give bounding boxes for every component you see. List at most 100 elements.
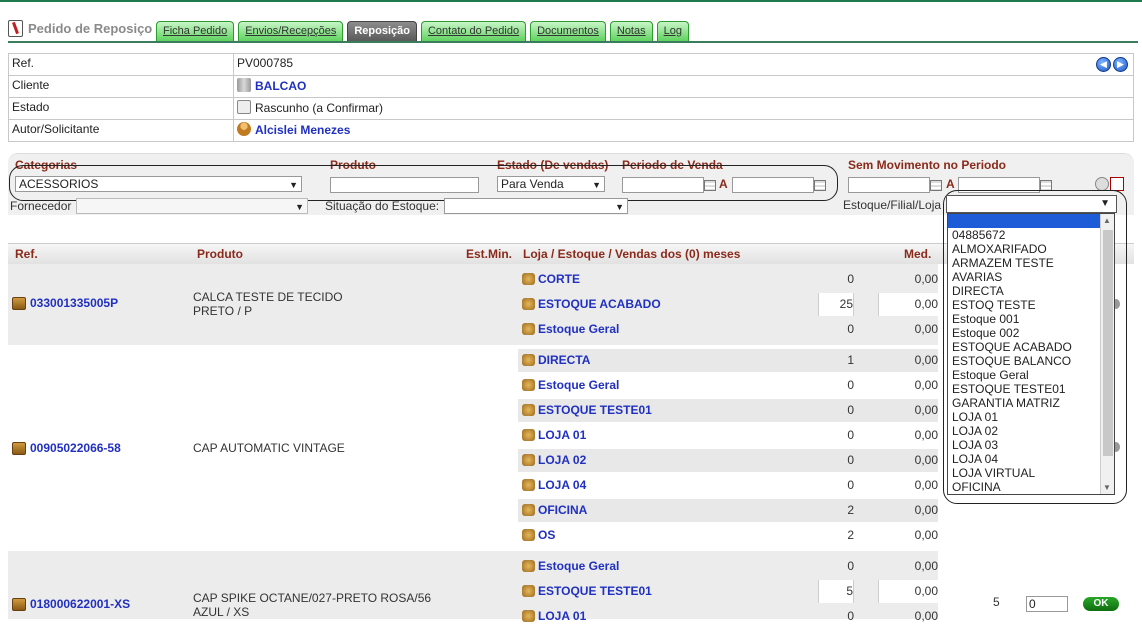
- product-ref-link[interactable]: 033001335005P: [30, 296, 118, 310]
- tab-contato-pedido[interactable]: Contato do Pedido: [420, 21, 527, 41]
- store-link[interactable]: LOJA 01: [522, 609, 586, 623]
- tab-ficha-pedido[interactable]: Ficha Pedido: [156, 21, 235, 41]
- fornecedor-select[interactable]: [76, 198, 308, 214]
- tab-documentos[interactable]: Documentos: [530, 21, 606, 41]
- dropdown-option[interactable]: LOJA 04: [948, 452, 1114, 466]
- store-name[interactable]: ESTOQUE ACABADO: [538, 297, 661, 311]
- dropdown-option[interactable]: ESTOQUE ACABADO: [948, 340, 1114, 354]
- scroll-up-icon[interactable]: ▲: [1103, 216, 1111, 225]
- store-link[interactable]: LOJA 04: [522, 478, 586, 492]
- scroll-down-icon[interactable]: ▼: [1103, 483, 1111, 492]
- product-ref[interactable]: 018000622001-XS: [12, 597, 130, 611]
- store-name[interactable]: LOJA 01: [538, 609, 586, 623]
- tab-envios-recepcoes[interactable]: Envios/Recepções: [238, 21, 344, 41]
- store-link[interactable]: Estoque Geral: [522, 378, 619, 392]
- dropdown-option[interactable]: LOJA 02: [948, 424, 1114, 438]
- store-name[interactable]: Estoque Geral: [538, 378, 619, 392]
- store-link[interactable]: LOJA 02: [522, 453, 586, 467]
- dropdown-option[interactable]: ESTOQUE BALANCO: [948, 354, 1114, 368]
- store-link[interactable]: OFICINA: [522, 503, 587, 517]
- store-name[interactable]: Estoque Geral: [538, 559, 619, 573]
- clear-icon[interactable]: [1110, 177, 1124, 191]
- dropdown-option[interactable]: OFICINA: [948, 480, 1114, 494]
- product-group: 033001335005P CALCA TESTE DE TECIDO PRETO…: [8, 264, 938, 345]
- dropdown-option[interactable]: DIRECTA: [948, 284, 1114, 298]
- store-name[interactable]: OFICINA: [538, 503, 587, 517]
- store-link[interactable]: Estoque Geral: [522, 322, 619, 336]
- store-name[interactable]: DIRECTA: [538, 353, 590, 367]
- store-icon: [522, 273, 535, 285]
- store-name[interactable]: LOJA 02: [538, 453, 586, 467]
- store-icon: [522, 454, 535, 466]
- store-row: CORTE 0 0,00: [518, 268, 938, 291]
- scrollbar-thumb[interactable]: [1103, 230, 1113, 456]
- product-ref[interactable]: 033001335005P: [12, 296, 118, 310]
- dropdown-option[interactable]: LOJA 01: [948, 410, 1114, 424]
- box-icon: [12, 296, 26, 310]
- dropdown-option[interactable]: GARANTIA MATRIZ: [948, 396, 1114, 410]
- store-icon: [522, 610, 535, 622]
- dropdown-option[interactable]: Estoque 002: [948, 326, 1114, 340]
- tab-reposicao[interactable]: Reposição: [347, 21, 417, 41]
- dropdown-option[interactable]: Estoque 001: [948, 312, 1114, 326]
- store-link[interactable]: OS: [522, 528, 555, 542]
- search-icon[interactable]: [1095, 177, 1109, 191]
- store-qty: 0: [847, 478, 854, 492]
- store-link[interactable]: LOJA 01: [522, 428, 586, 442]
- situacao-select[interactable]: [444, 198, 628, 214]
- tab-notas[interactable]: Notas: [609, 21, 653, 41]
- store-icon: [522, 585, 535, 597]
- product-name-line: CALCA TESTE DE TECIDO: [193, 290, 343, 304]
- store-link[interactable]: DIRECTA: [522, 353, 590, 367]
- ok-button[interactable]: OK: [1083, 597, 1119, 611]
- store-link[interactable]: ESTOQUE TESTE01: [522, 584, 652, 598]
- dropdown-option[interactable]: ALMOXARIFADO: [948, 242, 1114, 256]
- store-link[interactable]: Estoque Geral: [522, 559, 619, 573]
- estoque-dropdown-list[interactable]: 04885672 ALMOXARIFADO ARMAZEM TESTE AVAR…: [947, 213, 1115, 495]
- tab-log[interactable]: Log: [656, 21, 689, 41]
- dropdown-option[interactable]: LOJA VIRTUAL: [948, 466, 1114, 480]
- calendar-icon[interactable]: [930, 180, 942, 191]
- store-link[interactable]: ESTOQUE ACABADO: [522, 297, 661, 311]
- store-value: 0,00: [878, 580, 938, 603]
- store-name[interactable]: CORTE: [538, 272, 580, 286]
- estoque-filial-select[interactable]: [946, 195, 1117, 213]
- previous-icon[interactable]: ◀: [1096, 57, 1111, 72]
- autor-link[interactable]: Alcislei Menezes: [255, 123, 350, 137]
- dropdown-option[interactable]: AVARIAS: [948, 270, 1114, 284]
- store-name[interactable]: ESTOQUE TESTE01: [538, 584, 652, 598]
- dropdown-option[interactable]: LOJA 03: [948, 438, 1114, 452]
- store-name[interactable]: OS: [538, 528, 555, 542]
- dropdown-option[interactable]: ESTOQ TESTE: [948, 298, 1114, 312]
- store-qty: 5: [818, 580, 854, 603]
- sem-mov-inicio-input[interactable]: [848, 177, 930, 193]
- store-icon: [522, 479, 535, 491]
- store-row: DIRECTA 1 0,00: [518, 349, 938, 372]
- store-value: 0,00: [914, 378, 938, 392]
- store-name[interactable]: LOJA 01: [538, 428, 586, 442]
- dropdown-option[interactable]: [948, 214, 1114, 228]
- product-ref-link[interactable]: 018000622001-XS: [30, 597, 130, 611]
- dropdown-scrollbar[interactable]: ▲ ▼: [1100, 214, 1114, 494]
- quantity-input[interactable]: 0: [1026, 596, 1068, 612]
- window-title-text: Pedido de Reposiço: [28, 21, 153, 36]
- estado-label: Estado: [8, 97, 234, 120]
- store-link[interactable]: CORTE: [522, 272, 580, 286]
- dropdown-option[interactable]: 04885672: [948, 228, 1114, 242]
- store-name[interactable]: ESTOQUE TESTE01: [538, 403, 652, 417]
- store-value: 0,00: [914, 609, 938, 623]
- store-link[interactable]: ESTOQUE TESTE01: [522, 403, 652, 417]
- cliente-link[interactable]: BALCAO: [255, 79, 306, 93]
- store-name[interactable]: LOJA 04: [538, 478, 586, 492]
- dropdown-option[interactable]: ESTOQUE TESTE01: [948, 382, 1114, 396]
- nav-buttons: ◀ ▶: [1096, 57, 1128, 72]
- next-icon[interactable]: ▶: [1113, 57, 1128, 72]
- status-icon: [237, 100, 251, 114]
- dropdown-option[interactable]: Estoque Geral: [948, 368, 1114, 382]
- store-qty: 0: [847, 322, 854, 336]
- cliente-label: Cliente: [8, 75, 234, 98]
- store-name[interactable]: Estoque Geral: [538, 322, 619, 336]
- dropdown-option[interactable]: ARMAZEM TESTE: [948, 256, 1114, 270]
- product-ref[interactable]: 00905022066-58: [12, 441, 121, 455]
- product-ref-link[interactable]: 00905022066-58: [30, 441, 121, 455]
